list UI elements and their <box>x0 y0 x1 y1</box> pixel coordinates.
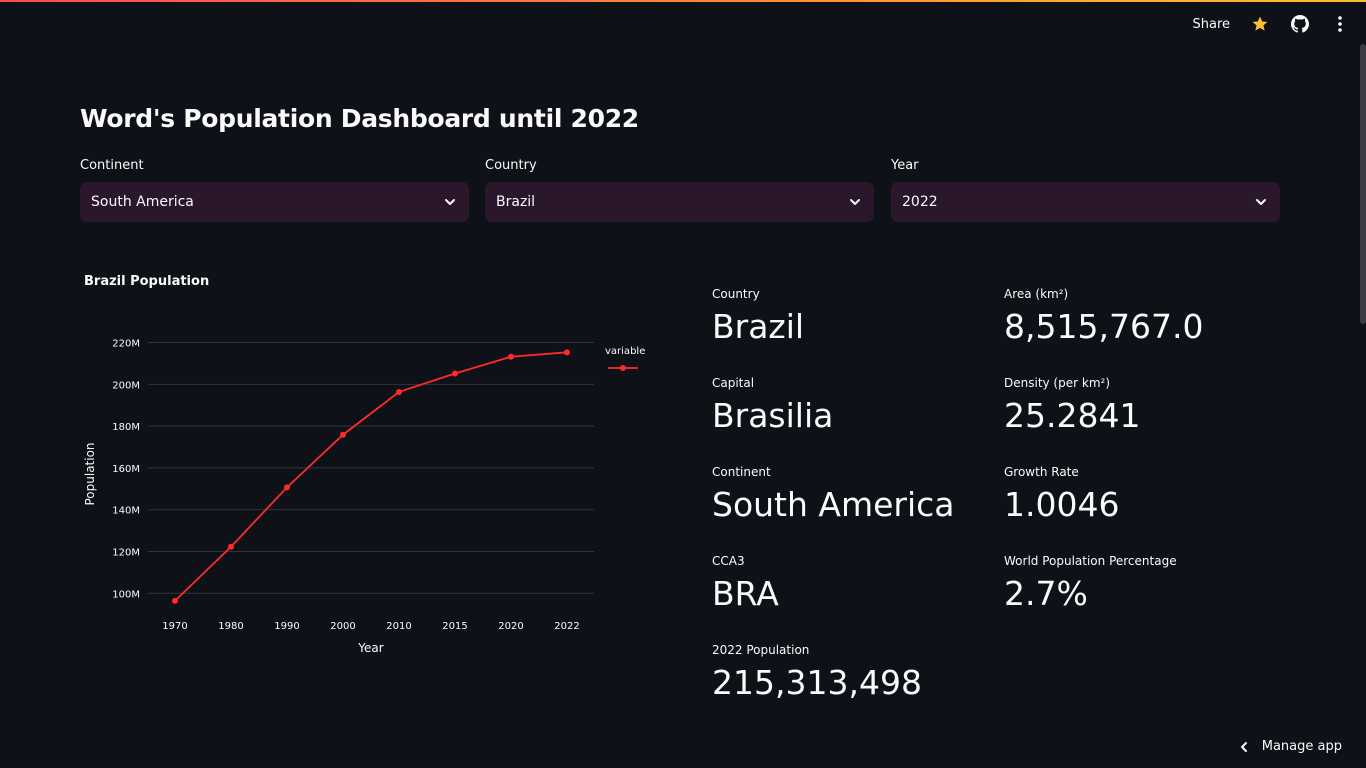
x-tick-label: 1980 <box>218 621 243 632</box>
github-icon[interactable] <box>1290 14 1310 34</box>
metric-label: 2022 Population <box>712 643 810 657</box>
share-button[interactable]: Share <box>1192 17 1230 32</box>
metric-value: Brazil <box>712 307 805 346</box>
metric-value: 215,313,498 <box>712 663 922 702</box>
chevron-down-icon <box>1256 199 1266 205</box>
legend-title: variable <box>605 346 645 357</box>
data-point <box>508 353 514 360</box>
metric-label: CCA3 <box>712 554 745 568</box>
metric-world-population-percentage: World Population Percentage 2.7% <box>1004 554 1177 614</box>
page-title: Word's Population Dashboard until 2022 <box>80 104 639 133</box>
y-axis-label: Population <box>83 442 97 505</box>
x-tick-label: 2015 <box>442 621 467 632</box>
country-filter: Country Brazil <box>485 158 874 222</box>
y-tick-label: 180M <box>112 422 140 433</box>
y-tick-label: 200M <box>112 380 140 391</box>
manage-app-label: Manage app <box>1261 739 1342 754</box>
year-select[interactable]: 2022 <box>891 182 1280 222</box>
metric-area: Area (km²) 8,515,767.0 <box>1004 287 1203 347</box>
metric-country: Country Brazil <box>712 287 804 347</box>
y-tick-label: 100M <box>112 589 140 600</box>
year-select-value: 2022 <box>902 194 938 210</box>
metric-value: 25.2841 <box>1004 396 1141 435</box>
y-tick-label: 220M <box>112 339 140 350</box>
metric-capital: Capital Brasilia <box>712 376 833 436</box>
star-icon[interactable] <box>1250 14 1270 34</box>
chevron-down-icon <box>850 199 860 205</box>
x-axis-label: Year <box>357 641 383 655</box>
data-point <box>452 370 458 377</box>
chevron-down-icon <box>445 199 455 205</box>
x-tick-label: 2010 <box>386 621 411 632</box>
x-tick-label: 2022 <box>554 621 579 632</box>
y-tick-label: 120M <box>112 547 140 558</box>
metric-value: BRA <box>712 574 779 613</box>
continent-select[interactable]: South America <box>80 182 469 222</box>
data-point <box>564 349 570 356</box>
data-point <box>340 431 346 438</box>
metric-value: 8,515,767.0 <box>1004 307 1204 346</box>
series-line <box>174 351 568 602</box>
continent-filter: Continent South America <box>80 158 469 222</box>
metric-value: South America <box>712 485 955 524</box>
year-filter: Year 2022 <box>891 158 1280 222</box>
x-tick-label: 2020 <box>498 621 523 632</box>
continent-select-value: South America <box>91 194 194 210</box>
metric-value: Brasilia <box>712 396 834 435</box>
app-toolbar: Share <box>1192 12 1350 36</box>
metric-label: Capital <box>712 376 755 390</box>
metric-population: 2022 Population 215,313,498 <box>712 643 922 703</box>
country-select[interactable]: Brazil <box>485 182 874 222</box>
legend-marker <box>620 365 626 371</box>
metric-value: 2.7% <box>1004 574 1088 613</box>
x-tick-label: 1990 <box>274 621 299 632</box>
metric-value: 1.0046 <box>1004 485 1120 524</box>
data-point <box>284 484 290 491</box>
kebab-menu-icon[interactable] <box>1330 14 1350 34</box>
metric-label: Area (km²) <box>1004 287 1069 301</box>
metric-label: Density (per km²) <box>1004 376 1110 390</box>
y-tick-label: 140M <box>112 506 140 517</box>
chart-title: Brazil Population <box>84 274 210 289</box>
metric-label: World Population Percentage <box>1004 554 1177 568</box>
continent-filter-label: Continent <box>80 158 144 173</box>
data-point <box>228 543 234 550</box>
metric-label: Country <box>712 287 760 301</box>
y-tick-label: 160M <box>112 464 140 475</box>
metric-label: Growth Rate <box>1004 465 1079 479</box>
metric-cca3: CCA3 BRA <box>712 554 779 614</box>
country-filter-label: Country <box>485 158 537 173</box>
chevron-left-icon <box>1240 741 1247 752</box>
metric-density: Density (per km²) 25.2841 <box>1004 376 1140 436</box>
population-line-chart: 100M 120M 140M 160M 180M 200M 220M 1970 1980 1990… <box>83 339 645 655</box>
page-scrollbar[interactable] <box>1360 44 1366 324</box>
metric-label: Continent <box>712 465 771 479</box>
top-decoration-line <box>0 0 1366 2</box>
year-filter-label: Year <box>891 158 919 173</box>
x-tick-label: 1970 <box>162 621 187 632</box>
metric-growth-rate: Growth Rate 1.0046 <box>1004 465 1119 525</box>
manage-app-button[interactable]: Manage app <box>1238 739 1342 754</box>
x-tick-label: 2000 <box>330 621 355 632</box>
country-select-value: Brazil <box>496 194 536 210</box>
metric-continent: Continent South America <box>712 465 955 525</box>
data-point <box>172 597 178 604</box>
data-point <box>396 388 402 395</box>
